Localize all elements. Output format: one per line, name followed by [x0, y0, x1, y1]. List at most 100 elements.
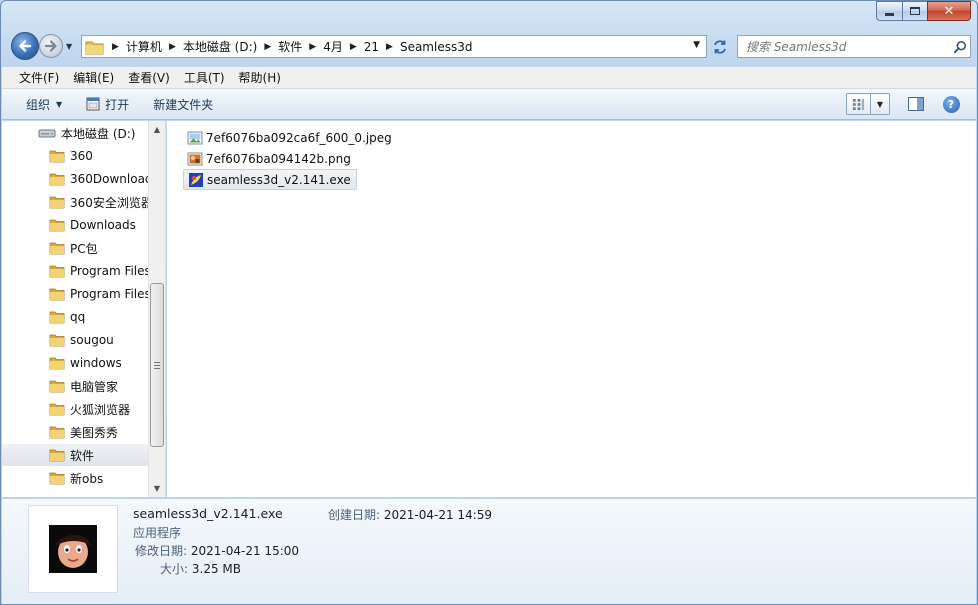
chevron-right-icon[interactable]: ▶ [309, 42, 316, 52]
preview-pane-button[interactable] [904, 93, 928, 115]
file-thumbnail [28, 505, 118, 593]
file-item-png[interactable]: 7ef6076ba094142b.png [183, 148, 356, 169]
refresh-icon [714, 39, 726, 54]
new-folder-button[interactable]: 新建文件夹 [141, 92, 225, 116]
folder-icon [49, 449, 65, 462]
chevron-right-icon[interactable]: ▶ [350, 42, 357, 52]
nav-scrollbar[interactable]: ▲ ▼ [148, 121, 165, 497]
tree-item-drive[interactable]: 本地磁盘 (D:) [2, 122, 150, 144]
chevron-down-icon[interactable]: ▼ [871, 94, 889, 114]
breadcrumb-seamless3d[interactable]: Seamless3d [400, 40, 473, 54]
organize-button[interactable]: 组织 ▼ [14, 92, 74, 116]
menu-help[interactable]: 帮助(H) [232, 68, 288, 88]
open-label: 打开 [105, 97, 130, 112]
scroll-down-button[interactable]: ▼ [149, 480, 165, 497]
maximize-button[interactable] [902, 1, 927, 21]
search-input[interactable] [738, 36, 950, 57]
tree-item-folder[interactable]: 360安全浏览器 [2, 191, 150, 213]
tree-item-folder[interactable]: 电脑管家 [2, 375, 150, 397]
file-item-exe[interactable]: seamless3d_v2.141.exe [183, 169, 357, 190]
details-pane: seamless3d_v2.141.exe 应用程序 修改日期: 2021-04… [2, 498, 976, 604]
scroll-up-button[interactable]: ▲ [149, 121, 165, 138]
file-name: 7ef6076ba094142b.png [206, 151, 351, 166]
details-size: 大小: 3.25 MB [160, 560, 241, 577]
forward-button[interactable] [39, 34, 63, 58]
chevron-right-icon[interactable]: ▶ [112, 42, 119, 52]
navigation-row: ▼ ▶ 计算机 ▶ 本地磁盘 (D:) ▶ 软件 ▶ 4月 ▶ 21 ▶ Sea… [9, 32, 971, 62]
tree-item-folder[interactable]: 360 [2, 145, 150, 167]
minimize-icon [885, 12, 894, 16]
folder-icon [49, 173, 65, 186]
tree-item-folder[interactable]: PC包 [2, 237, 150, 259]
tree-item-folder[interactable]: qq [2, 306, 150, 328]
open-button[interactable]: 打开 [74, 92, 141, 116]
tree-item-folder[interactable]: Downloads [2, 214, 150, 236]
tree-item-folder[interactable]: windows [2, 352, 150, 374]
tree-item-folder[interactable]: Program Files [2, 260, 150, 282]
explorer-window: ✕ ▼ ▶ 计算机 ▶ 本地磁盘 (D:) ▶ 软件 ▶ 4月 ▶ 21 ▶ S… [0, 0, 978, 605]
file-name: seamless3d_v2.141.exe [207, 172, 351, 187]
recent-pages-dropdown[interactable]: ▼ [66, 42, 76, 52]
hard-drive-icon [38, 129, 56, 138]
tree-item-folder[interactable]: 新obs [2, 467, 150, 489]
minimize-button[interactable] [876, 1, 902, 21]
tree-item-folder[interactable]: 360Download [2, 168, 150, 190]
address-dropdown[interactable]: ▼ [693, 40, 700, 50]
help-button[interactable]: ? [940, 93, 962, 115]
navigation-pane: 本地磁盘 (D:) 360 360Download 360安全浏览器 Download… [2, 121, 166, 497]
menu-bar: 文件(F) 编辑(E) 查看(V) 工具(T) 帮助(H) [2, 67, 976, 89]
help-icon: ? [942, 95, 960, 113]
folder-icon [49, 242, 65, 255]
tree-label: 360安全浏览器 [70, 195, 150, 210]
modified-value: 2021-04-21 15:00 [190, 544, 300, 558]
tree-item-folder[interactable]: sougou [2, 329, 150, 351]
tree-label: 本地磁盘 (D:) [61, 126, 136, 141]
tree-item-folder[interactable]: Program Files [2, 283, 150, 305]
tree-label: 电脑管家 [70, 379, 119, 394]
tree-label: Downloads [70, 218, 136, 232]
back-button[interactable] [11, 32, 39, 60]
folder-icon [49, 426, 65, 439]
png-image-icon [187, 152, 203, 165]
menu-tools[interactable]: 工具(T) [177, 68, 232, 88]
chevron-right-icon[interactable]: ▶ [169, 42, 176, 52]
caption-buttons: ✕ [876, 1, 971, 21]
view-options-icon[interactable] [847, 94, 871, 114]
folder-icon [49, 403, 65, 416]
refresh-button[interactable] [709, 35, 731, 58]
breadcrumb-21[interactable]: 21 [364, 40, 379, 54]
maximize-icon [910, 7, 920, 15]
breadcrumb-software[interactable]: 软件 [278, 38, 302, 55]
chevron-right-icon[interactable]: ▶ [386, 42, 393, 52]
menu-file[interactable]: 文件(F) [12, 68, 66, 88]
scroll-thumb[interactable] [150, 283, 164, 447]
folder-icon [49, 288, 65, 301]
file-item-jpeg[interactable]: 7ef6076ba092ca6f_600_0.jpeg [183, 127, 397, 148]
menu-edit[interactable]: 编辑(E) [66, 68, 121, 88]
tree-item-folder[interactable]: 美图秀秀 [2, 421, 150, 443]
breadcrumb-april[interactable]: 4月 [323, 38, 343, 55]
folder-icon [49, 380, 65, 393]
breadcrumb-computer[interactable]: 计算机 [126, 38, 162, 55]
tree-label: 软件 [70, 448, 95, 463]
chevron-right-icon[interactable]: ▶ [264, 42, 271, 52]
change-view-button[interactable]: ▼ [846, 93, 890, 115]
organize-label: 组织 [26, 97, 51, 112]
toolbar-right: ▼ ? [846, 93, 962, 115]
menu-view[interactable]: 查看(V) [121, 68, 177, 88]
close-button[interactable]: ✕ [927, 1, 971, 21]
tree-item-folder[interactable]: 软件 [2, 444, 150, 466]
details-created: 创建日期: 2021-04-21 14:59 [328, 506, 492, 523]
search-icon[interactable] [950, 37, 970, 57]
tree-label: PC包 [70, 241, 98, 256]
folder-icon [49, 219, 65, 232]
tree-label: 360Download [70, 172, 150, 186]
address-bar[interactable]: ▶ 计算机 ▶ 本地磁盘 (D:) ▶ 软件 ▶ 4月 ▶ 21 ▶ Seaml… [81, 35, 707, 58]
breadcrumb-drive[interactable]: 本地磁盘 (D:) [183, 38, 257, 55]
search-box[interactable] [737, 35, 971, 58]
details-filename: seamless3d_v2.141.exe [133, 506, 283, 521]
arrow-left-icon [19, 40, 32, 52]
tree-label: 360 [70, 149, 93, 163]
tree-item-folder[interactable]: 火狐浏览器 [2, 398, 150, 420]
created-value: 2021-04-21 14:59 [383, 508, 493, 522]
